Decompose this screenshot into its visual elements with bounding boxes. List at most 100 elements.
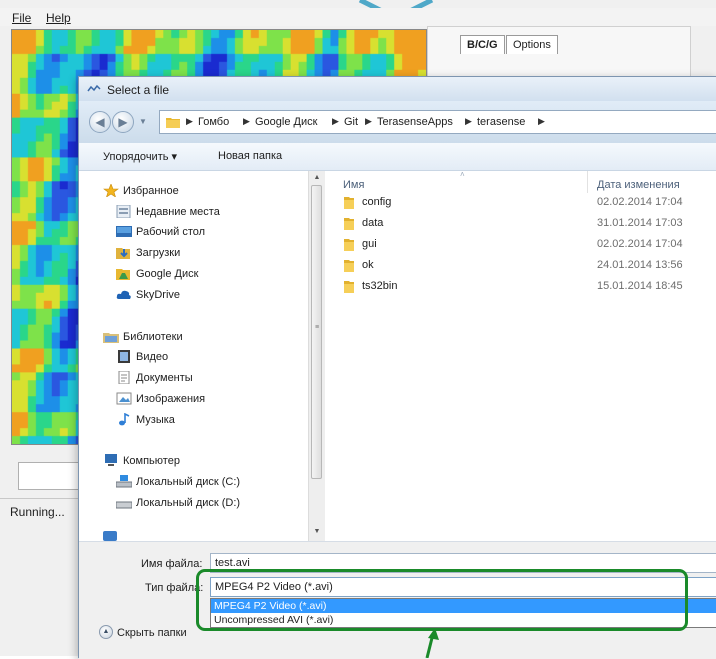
- libraries-icon: [103, 333, 119, 343]
- column-header-name[interactable]: Имя: [343, 179, 364, 191]
- tab-bcg[interactable]: B/C/G: [460, 35, 505, 54]
- column-header-date[interactable]: Дата изменения: [597, 179, 680, 191]
- nav-drive-c[interactable]: Локальный диск (C:): [116, 475, 241, 488]
- folder-icon: [166, 118, 180, 128]
- nav-pictures[interactable]: Изображения: [116, 392, 205, 405]
- nav-recent-places-label: Недавние места: [136, 206, 220, 218]
- nav-downloads[interactable]: Загрузки: [116, 247, 181, 259]
- file-row[interactable]: data 31.01.2014 17:03: [325, 215, 716, 233]
- video-icon: [118, 350, 130, 363]
- breadcrumb-separator-icon[interactable]: ▶: [186, 116, 193, 127]
- filename-label: Имя файла:: [141, 558, 203, 570]
- breadcrumb-separator-icon[interactable]: ▶: [243, 116, 250, 127]
- nav-libraries-label: Библиотеки: [123, 331, 183, 343]
- status-divider: [0, 498, 80, 499]
- nav-google-disk[interactable]: Google Диск: [116, 268, 199, 280]
- breadcrumb-separator-icon[interactable]: ▶: [332, 116, 339, 127]
- menu-bar: File Help: [0, 8, 716, 26]
- forward-arrow-icon[interactable]: ▶: [112, 111, 134, 133]
- file-name: data: [362, 217, 384, 229]
- file-row[interactable]: ts32bin 15.01.2014 18:45: [325, 278, 716, 296]
- green-highlight-box: [196, 569, 688, 631]
- dialog-title: Select a file: [107, 83, 170, 97]
- file-name: ts32bin: [362, 280, 398, 292]
- nav-computer-label: Компьютер: [123, 455, 180, 467]
- breadcrumb-gombo[interactable]: Гомбо: [198, 116, 229, 128]
- folder-icon: [344, 218, 354, 230]
- menu-file[interactable]: File: [12, 11, 31, 25]
- file-name: ok: [362, 259, 374, 271]
- breadcrumb-separator-icon[interactable]: ▶: [365, 116, 372, 127]
- breadcrumb-separator-icon[interactable]: ▶: [538, 116, 545, 127]
- nav-video-label: Видео: [136, 351, 169, 363]
- file-row[interactable]: ok 24.01.2014 13:56: [325, 257, 716, 275]
- breadcrumb-separator-icon[interactable]: ▶: [465, 116, 472, 127]
- file-date: 02.02.2014 17:04: [597, 238, 683, 250]
- scroll-up-icon[interactable]: ▲: [312, 173, 322, 183]
- nav-favorites[interactable]: Избранное: [103, 184, 179, 197]
- music-note-icon: [119, 413, 130, 426]
- nav-computer[interactable]: Компьютер: [105, 454, 180, 467]
- scrollbar-thumb[interactable]: ≡: [311, 185, 322, 479]
- hard-drive-icon: [116, 501, 132, 509]
- system-drive-icon: [116, 475, 132, 488]
- nav-documents[interactable]: Документы: [118, 371, 193, 384]
- nav-drive-c-label: Локальный диск (C:): [136, 476, 241, 488]
- folder-icon: [344, 260, 354, 272]
- menu-help[interactable]: Help: [46, 11, 71, 25]
- new-folder-button[interactable]: Новая папка: [218, 150, 282, 162]
- status-text: Running...: [10, 505, 65, 519]
- file-date: 31.01.2014 17:03: [597, 217, 683, 229]
- nav-drive-d[interactable]: Локальный диск (D:): [116, 497, 240, 509]
- back-arrow-icon[interactable]: ◀: [89, 111, 111, 133]
- hide-folders-label: Скрыть папки: [117, 627, 187, 639]
- downloads-icon: [116, 248, 130, 259]
- organize-button[interactable]: Упорядочить ▾: [103, 150, 177, 163]
- dialog-titlebar[interactable]: Select a file: [79, 77, 716, 101]
- recent-places-icon: [116, 205, 131, 218]
- tab-options[interactable]: Options: [506, 35, 558, 54]
- column-divider[interactable]: [587, 171, 588, 193]
- file-list: ˄ Имя Дата изменения config 02.02.2014 17…: [325, 170, 716, 541]
- star-icon: [103, 184, 119, 197]
- file-row[interactable]: config 02.02.2014 17:04: [325, 194, 716, 212]
- nav-music-label: Музыка: [136, 414, 175, 426]
- breadcrumb-terasenseapps[interactable]: TerasenseApps: [377, 116, 453, 128]
- green-arrow-annotation: [425, 628, 439, 658]
- nav-google-disk-label: Google Диск: [136, 268, 199, 280]
- nav-music[interactable]: Музыка: [119, 413, 175, 426]
- address-bar[interactable]: ▶ Гомбо ▶ Google Диск ▶ Git ▶ TerasenseA…: [159, 110, 716, 134]
- nav-desktop[interactable]: Рабочий стол: [116, 226, 206, 238]
- scroll-down-icon[interactable]: ▼: [312, 527, 322, 537]
- file-name: gui: [362, 238, 377, 250]
- nav-skydrive[interactable]: SkyDrive: [116, 289, 180, 301]
- breadcrumb-terasense[interactable]: terasense: [477, 116, 525, 128]
- folder-icon: [344, 239, 354, 251]
- file-row[interactable]: gui 02.02.2014 17:04: [325, 236, 716, 254]
- file-name: config: [362, 196, 392, 208]
- navigation-scrollbar[interactable]: ▲ ≡ ▼: [308, 171, 325, 541]
- computer-icon: [105, 454, 117, 466]
- nav-favorites-label: Избранное: [123, 185, 179, 197]
- nav-libraries[interactable]: Библиотеки: [103, 331, 183, 343]
- breadcrumb-google-disk[interactable]: Google Диск: [255, 116, 317, 128]
- file-date: 15.01.2014 18:45: [597, 280, 683, 292]
- scrollbar-grip-icon: ≡: [315, 324, 320, 331]
- file-date: 02.02.2014 17:04: [597, 196, 683, 208]
- nav-recent-places[interactable]: Недавние места: [116, 205, 220, 218]
- nav-desktop-label: Рабочий стол: [136, 226, 206, 238]
- folder-icon: [344, 281, 354, 293]
- nav-documents-label: Документы: [136, 372, 193, 384]
- breadcrumb-git[interactable]: Git: [344, 116, 358, 128]
- cloud-icon: [116, 290, 131, 299]
- nav-video[interactable]: Видео: [118, 350, 169, 363]
- file-date: 24.01.2014 13:56: [597, 259, 683, 271]
- navigation-pane: Избранное Недавние места Рабочий стол За…: [79, 171, 325, 541]
- desktop-icon: [116, 226, 132, 237]
- dialog-toolbar: Упорядочить ▾ Новая папка: [79, 143, 716, 171]
- documents-icon: [118, 371, 130, 384]
- folder-icon: [344, 197, 354, 209]
- filetype-label: Тип файла:: [145, 582, 204, 594]
- recent-locations-icon[interactable]: ▼: [139, 117, 147, 126]
- nav-downloads-label: Загрузки: [136, 247, 181, 259]
